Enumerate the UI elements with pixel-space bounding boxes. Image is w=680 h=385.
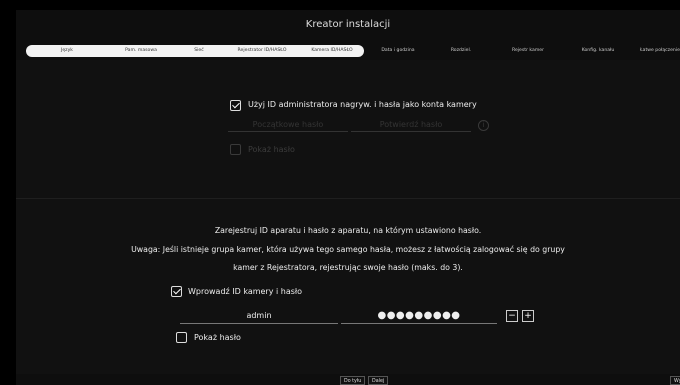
step-date-time[interactable]: Data i godzina [364, 45, 432, 57]
step-network[interactable]: Sieć [174, 45, 224, 57]
wizard-steps: Język Pam. masowa Sieć Rejestrator ID/HA… [26, 45, 680, 57]
step-language[interactable]: Język [26, 45, 108, 57]
step-camera-id-password[interactable]: Kamera ID/HASŁO [300, 45, 364, 57]
use-admin-label: Użyj ID administratora nagryw. i hasła j… [248, 100, 477, 109]
admin-credentials-section: Użyj ID administratora nagryw. i hasła j… [16, 60, 680, 198]
installation-wizard-window: Kreator instalacji Język Pam. masowa Sie… [16, 10, 680, 385]
confirm-password-field[interactable]: Potwierdź hasło [351, 118, 471, 132]
show-password-checkbox[interactable] [176, 332, 187, 343]
step-recorder-id-password[interactable]: Rejestrator ID/HASŁO [224, 45, 300, 57]
register-info-line2: Uwaga: Jeśli istnieje grupa kamer, która… [131, 245, 565, 254]
enter-camera-id-label: Wprowadź ID kamery i hasło [188, 287, 303, 296]
info-circle-icon: i [478, 120, 489, 131]
register-info-line3: kamer z Rejestratora, rejestrując swoje … [233, 263, 463, 272]
wizard-title: Kreator instalacji [305, 19, 391, 30]
show-password-label-disabled: Pokaż hasło [248, 145, 295, 154]
remove-camera-button[interactable]: − [506, 310, 518, 322]
next-button[interactable]: Dalej [368, 376, 389, 385]
add-camera-button[interactable]: + [522, 310, 534, 322]
initial-password-field[interactable]: Początkowe hasło [228, 118, 348, 132]
screen: Kreator instalacji Język Pam. masowa Sie… [0, 0, 680, 385]
show-password-label: Pokaż hasło [194, 333, 241, 342]
register-info-line1: Zarejestruj ID aparatu i hasło z aparatu… [214, 226, 482, 235]
camera-credentials-section: Zarejestruj ID aparatu i hasło z aparatu… [16, 199, 680, 374]
step-channel-config[interactable]: Konfig. kanału [566, 45, 630, 57]
use-admin-checkbox[interactable] [230, 100, 241, 111]
step-camera-registration[interactable]: Rejestr kamer [490, 45, 566, 57]
camera-id-input[interactable]: admin [180, 308, 338, 324]
back-button[interactable]: Do tyłu [340, 376, 366, 385]
step-resolution[interactable]: Rozdziel. [432, 45, 490, 57]
enter-camera-id-checkbox[interactable] [171, 286, 182, 297]
show-password-checkbox-disabled[interactable] [230, 144, 241, 155]
camera-password-input[interactable]: ●●●●●●●●● [341, 308, 497, 324]
step-easy-connection[interactable]: Łatwe połączenie [630, 45, 680, 57]
step-storage[interactable]: Pam. masowa [108, 45, 174, 57]
exit-button[interactable]: Wy [670, 376, 680, 385]
